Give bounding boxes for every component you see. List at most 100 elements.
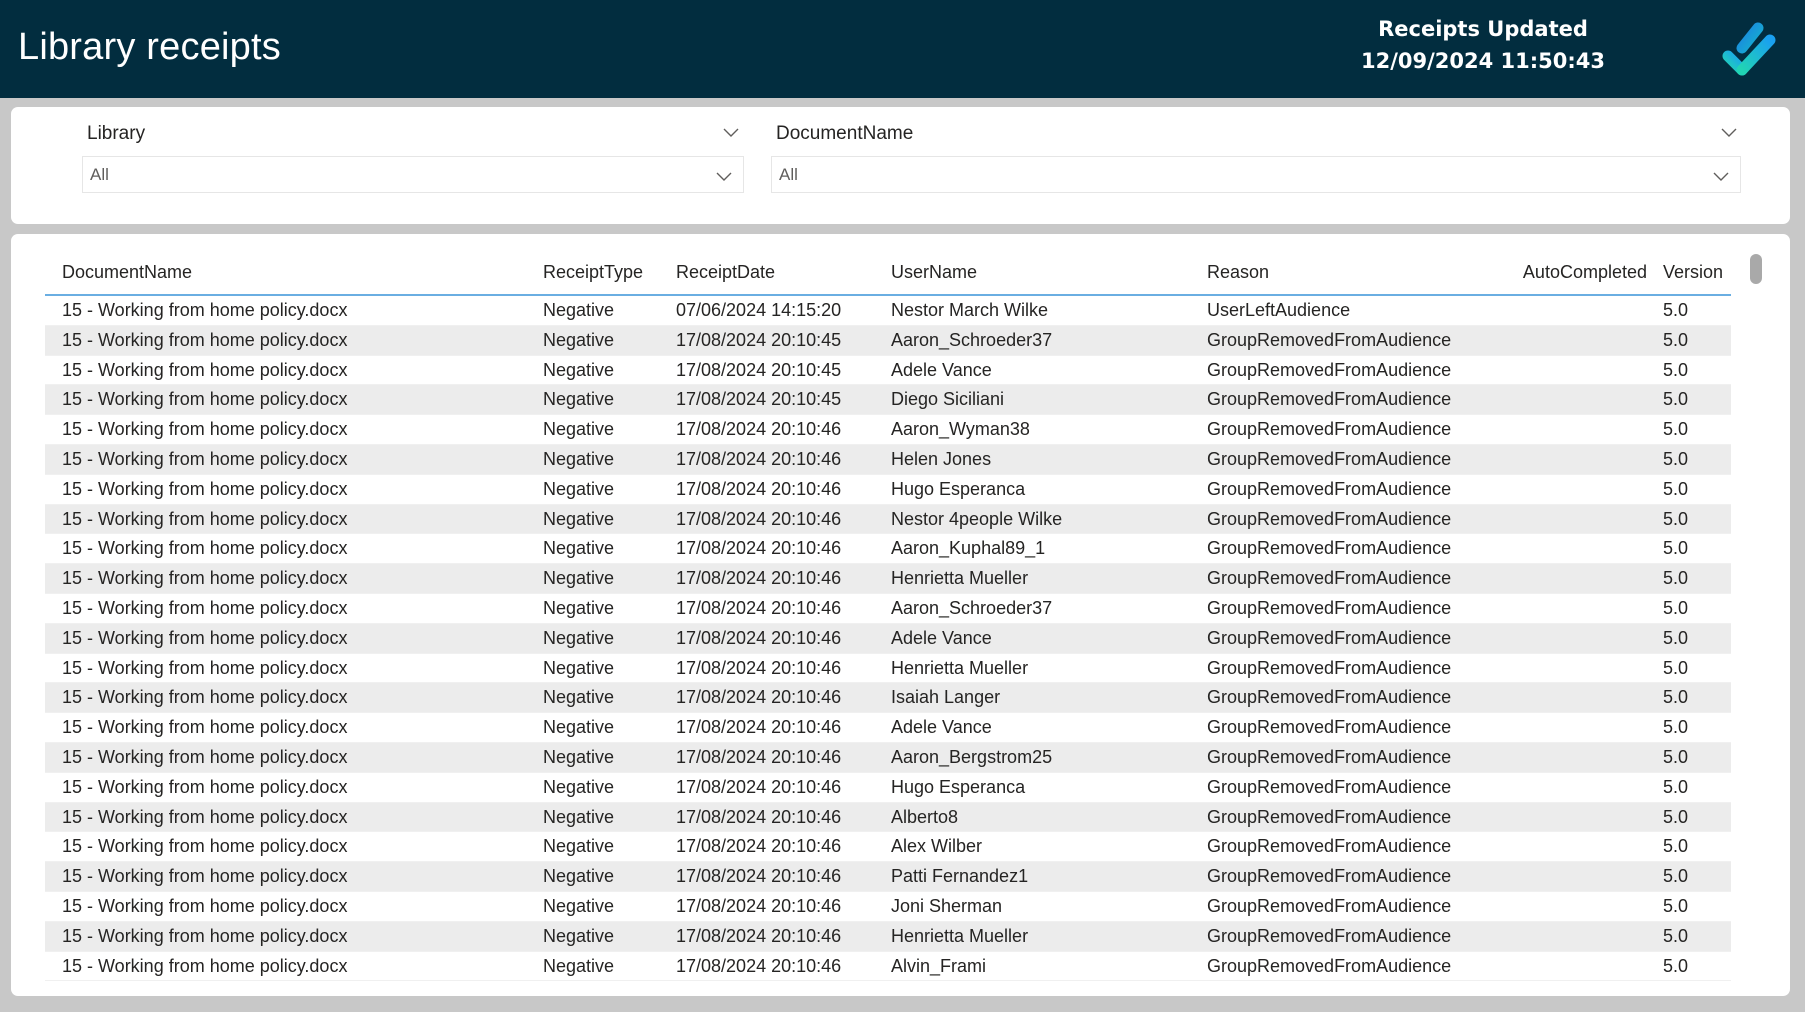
library-dropdown[interactable]: All xyxy=(82,156,744,193)
column-header-reason[interactable]: Reason xyxy=(1207,262,1269,283)
table-row[interactable]: 15 - Working from home policy.docx Negati… xyxy=(45,444,1731,475)
cell-reason: GroupRemovedFromAudience xyxy=(1207,627,1452,648)
cell-receiptdate: 17/08/2024 20:10:46 xyxy=(676,538,842,559)
cell-username: Alex Wilber xyxy=(891,836,983,857)
chevron-down-icon[interactable] xyxy=(722,123,740,141)
cell-receipttype: Negative xyxy=(543,627,615,648)
cell-documentname: 15 - Working from home policy.docx xyxy=(62,597,348,618)
column-header-receipttype[interactable]: ReceiptType xyxy=(543,262,643,283)
page-title: Library receipts xyxy=(18,26,281,68)
cell-receipttype: Negative xyxy=(543,478,615,499)
cell-documentname: 15 - Working from home policy.docx xyxy=(62,329,348,350)
table-row[interactable]: 15 - Working from home policy.docx Negati… xyxy=(45,862,1731,892)
table-row[interactable]: 15 - Working from home policy.docx Negati… xyxy=(45,415,1731,445)
cell-username: Aaron_Wyman38 xyxy=(891,419,1030,440)
cell-receipttype: Negative xyxy=(543,866,615,887)
cell-receiptdate: 17/08/2024 20:10:45 xyxy=(676,329,842,350)
table-row[interactable]: 15 - Working from home policy.docx Negati… xyxy=(45,892,1731,922)
table-row[interactable]: 15 - Working from home policy.docx Negati… xyxy=(45,623,1731,654)
cell-receipttype: Negative xyxy=(543,657,615,678)
table-row[interactable]: 15 - Working from home policy.docx Negati… xyxy=(45,356,1731,386)
table-row[interactable]: 15 - Working from home policy.docx Negati… xyxy=(45,832,1731,863)
cell-reason: GroupRemovedFromAudience xyxy=(1207,657,1452,678)
cell-receipttype: Negative xyxy=(543,359,615,380)
table-row[interactable]: 15 - Working from home policy.docx Negati… xyxy=(45,742,1731,773)
cell-version: 5.0 xyxy=(1663,329,1689,350)
cell-receiptdate: 17/08/2024 20:10:46 xyxy=(676,568,842,589)
table-row[interactable]: 15 - Working from home policy.docx Negati… xyxy=(45,654,1731,684)
cell-receiptdate: 17/08/2024 20:10:46 xyxy=(676,687,842,708)
cell-receipttype: Negative xyxy=(543,538,615,559)
cell-documentname: 15 - Working from home policy.docx xyxy=(62,538,348,559)
cell-username: Patti Fernandez1 xyxy=(891,866,1029,887)
column-header-username[interactable]: UserName xyxy=(891,262,977,283)
cell-reason: GroupRemovedFromAudience xyxy=(1207,955,1452,976)
column-header-version[interactable]: Version xyxy=(1663,262,1723,283)
cell-receipttype: Negative xyxy=(543,508,615,529)
cell-username: Alvin_Frami xyxy=(891,955,987,976)
cell-documentname: 15 - Working from home policy.docx xyxy=(62,687,348,708)
table-row[interactable]: 15 - Working from home policy.docx Negati… xyxy=(45,683,1731,714)
cell-version: 5.0 xyxy=(1663,478,1689,499)
cell-version: 5.0 xyxy=(1663,895,1689,916)
cell-receipttype: Negative xyxy=(543,806,615,827)
cell-receipttype: Negative xyxy=(543,597,615,618)
cell-receiptdate: 17/08/2024 20:10:46 xyxy=(676,657,842,678)
cell-username: Henrietta Mueller xyxy=(891,925,1029,946)
cell-receipttype: Negative xyxy=(543,568,615,589)
table-row[interactable]: 15 - Working from home policy.docx Negati… xyxy=(45,504,1731,535)
cell-documentname: 15 - Working from home policy.docx xyxy=(62,359,348,380)
cell-receiptdate: 17/08/2024 20:10:46 xyxy=(676,955,842,976)
table-row[interactable]: 15 - Working from home policy.docx Negati… xyxy=(45,952,1731,982)
table-row[interactable]: 15 - Working from home policy.docx Negati… xyxy=(45,594,1731,624)
cell-documentname: 15 - Working from home policy.docx xyxy=(62,717,348,738)
cell-version: 5.0 xyxy=(1663,568,1689,589)
receipts-updated-block: Receipts Updated 12/09/2024 11:50:43 xyxy=(1361,14,1605,78)
table-row[interactable]: 15 - Working from home policy.docx Negati… xyxy=(45,385,1731,416)
cell-documentname: 15 - Working from home policy.docx xyxy=(62,568,348,589)
cell-receiptdate: 17/08/2024 20:10:46 xyxy=(676,627,842,648)
cell-username: Helen Jones xyxy=(891,448,992,469)
table-row[interactable]: 15 - Working from home policy.docx Negati… xyxy=(45,773,1731,803)
table-body: 15 - Working from home policy.docx Negati… xyxy=(45,296,1731,982)
cell-documentname: 15 - Working from home policy.docx xyxy=(62,866,348,887)
cell-documentname: 15 - Working from home policy.docx xyxy=(62,389,348,410)
column-header-autocompleted[interactable]: AutoCompleted xyxy=(1523,262,1647,283)
table-row[interactable]: 15 - Working from home policy.docx Negati… xyxy=(45,534,1731,565)
cell-version: 5.0 xyxy=(1663,657,1689,678)
cell-receipttype: Negative xyxy=(543,687,615,708)
cell-reason: GroupRemovedFromAudience xyxy=(1207,687,1452,708)
documentname-slicer-label: DocumentName xyxy=(776,123,914,144)
cell-reason: GroupRemovedFromAudience xyxy=(1207,448,1452,469)
cell-receiptdate: 17/08/2024 20:10:45 xyxy=(676,359,842,380)
table-row[interactable]: 15 - Working from home policy.docx Negati… xyxy=(45,802,1731,833)
cell-version: 5.0 xyxy=(1663,508,1689,529)
cell-reason: GroupRemovedFromAudience xyxy=(1207,359,1452,380)
checkmark-logo-icon xyxy=(1722,22,1776,76)
cell-version: 5.0 xyxy=(1663,389,1689,410)
column-header-receiptdate[interactable]: ReceiptDate xyxy=(676,262,775,283)
table-row[interactable]: 15 - Working from home policy.docx Negati… xyxy=(45,325,1731,356)
cell-version: 5.0 xyxy=(1663,359,1689,380)
chevron-down-icon[interactable] xyxy=(1720,123,1738,141)
receipts-table-card: DocumentName ReceiptType ReceiptDate Use… xyxy=(11,234,1790,996)
column-header-documentname[interactable]: DocumentName xyxy=(62,262,192,283)
cell-receipttype: Negative xyxy=(543,955,615,976)
report-header: Library receipts Receipts Updated 12/09/… xyxy=(0,0,1805,98)
cell-documentname: 15 - Working from home policy.docx xyxy=(62,895,348,916)
table-row[interactable]: 15 - Working from home policy.docx Negati… xyxy=(45,475,1731,505)
cell-username: Henrietta Mueller xyxy=(891,568,1029,589)
cell-reason: GroupRemovedFromAudience xyxy=(1207,538,1452,559)
cell-version: 5.0 xyxy=(1663,538,1689,559)
table-row[interactable]: 15 - Working from home policy.docx Negati… xyxy=(45,921,1731,952)
documentname-dropdown[interactable]: All xyxy=(771,156,1741,193)
cell-documentname: 15 - Working from home policy.docx xyxy=(62,627,348,648)
cell-documentname: 15 - Working from home policy.docx xyxy=(62,508,348,529)
vertical-scrollbar[interactable] xyxy=(1750,254,1762,284)
table-row[interactable]: 15 - Working from home policy.docx Negati… xyxy=(45,564,1731,594)
cell-documentname: 15 - Working from home policy.docx xyxy=(62,300,348,320)
filter-panel: Library All DocumentName All xyxy=(11,107,1790,224)
table-row[interactable]: 15 - Working from home policy.docx Negati… xyxy=(45,296,1731,326)
table-row[interactable]: 15 - Working from home policy.docx Negati… xyxy=(45,713,1731,743)
library-slicer-label: Library xyxy=(87,123,146,144)
